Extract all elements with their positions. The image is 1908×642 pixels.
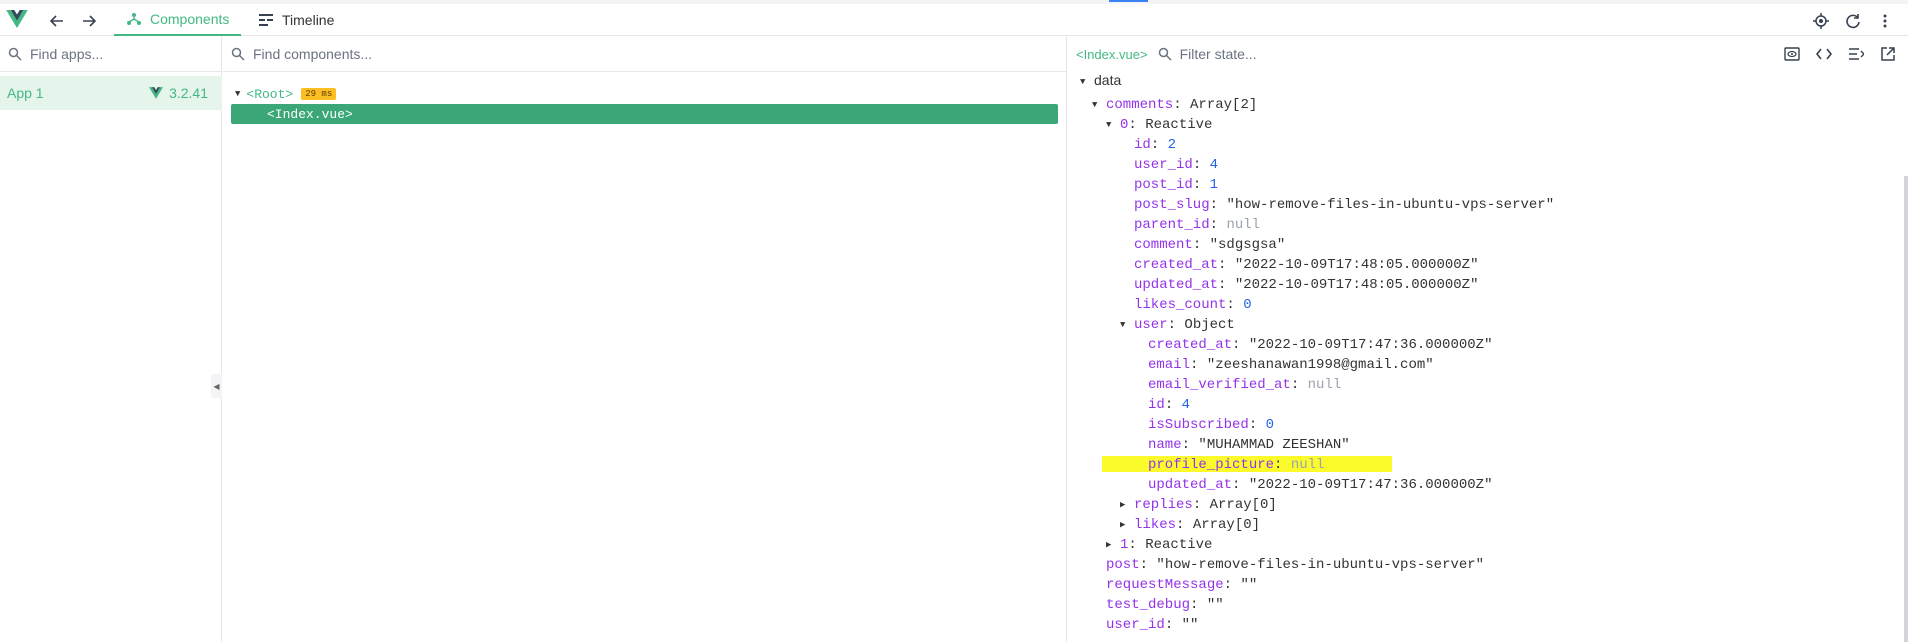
vue-logo-icon: [6, 10, 28, 28]
components-search-input[interactable]: [253, 45, 653, 62]
tab-components[interactable]: Components: [114, 4, 242, 36]
tree-node-index[interactable]: <Index.vue>: [231, 104, 1058, 124]
state-row[interactable]: ▼ comments: Array[2]: [1080, 95, 1554, 115]
state-section-title: data: [1094, 72, 1122, 88]
state-row[interactable]: comment: "sdgsgsa": [1080, 235, 1554, 255]
state-row[interactable]: email: "zeeshanawan1998@gmail.com": [1080, 355, 1554, 375]
state-row[interactable]: parent_id: null: [1080, 215, 1554, 235]
inspected-component-name: <Index.vue>: [1076, 46, 1148, 62]
state-row[interactable]: isSubscribed: 0: [1080, 415, 1554, 435]
list-collapse-icon[interactable]: [1846, 44, 1866, 64]
vue-logo-icon: [149, 87, 164, 99]
apps-pane: App 1 3.2.41 ◀: [0, 36, 222, 642]
app-name: App 1: [7, 85, 44, 101]
state-row[interactable]: created_at: "2022-10-09T17:48:05.000000Z…: [1080, 255, 1554, 275]
state-row[interactable]: updated_at: "2022-10-09T17:47:36.000000Z…: [1080, 475, 1554, 495]
filter-state-input[interactable]: [1179, 46, 1380, 62]
code-icon[interactable]: [1814, 44, 1834, 64]
tree-node-label: <Index.vue>: [267, 106, 353, 122]
refresh-icon[interactable]: [1842, 10, 1864, 32]
tab-components-label: Components: [150, 11, 230, 27]
state-row[interactable]: email_verified_at: null: [1080, 375, 1554, 395]
render-time-badge: 29 ms: [301, 88, 337, 100]
state-row[interactable]: ▼ 0: Reactive: [1080, 115, 1554, 135]
state-row[interactable]: user_id: "": [1080, 615, 1554, 635]
app-version: 3.2.41: [169, 85, 208, 101]
component-tree: ▼ <Root> 29 ms <Index.vue>: [231, 84, 1058, 124]
forward-arrow-icon[interactable]: [78, 10, 100, 32]
components-search: [223, 36, 1066, 72]
state-row[interactable]: name: "MUHAMMAD ZEESHAN": [1080, 435, 1554, 455]
state-row[interactable]: id: 2: [1080, 135, 1554, 155]
back-arrow-icon[interactable]: [46, 10, 68, 32]
state-scrollbar[interactable]: [1904, 176, 1908, 642]
state-row[interactable]: ▶ likes: Array[0]: [1080, 515, 1554, 535]
state-row[interactable]: post: "how-remove-files-in-ubuntu-vps-se…: [1080, 555, 1554, 575]
more-vertical-icon[interactable]: [1874, 10, 1896, 32]
state-section-toggle[interactable]: ▼ data: [1080, 70, 1554, 90]
search-icon: [231, 47, 245, 61]
eye-icon[interactable]: [1782, 44, 1802, 64]
state-row[interactable]: post_slug: "how-remove-files-in-ubuntu-v…: [1080, 195, 1554, 215]
state-row-highlighted[interactable]: profile_picture: null: [1080, 455, 1554, 475]
search-icon: [1158, 47, 1172, 61]
state-row[interactable]: requestMessage: "": [1080, 575, 1554, 595]
components-tree-icon: [127, 13, 141, 25]
apps-search: [0, 36, 221, 72]
collapse-pane-handle[interactable]: ◀: [211, 374, 222, 398]
timeline-icon: [259, 14, 273, 26]
top-toolbar: Components Timeline: [0, 4, 1908, 36]
target-icon[interactable]: [1810, 10, 1832, 32]
state-tree: ▼ data ▼ comments: Array[2] ▼ 0: Reactive i…: [1080, 70, 1554, 635]
tree-node-label: <Root>: [246, 86, 294, 102]
state-row[interactable]: ▼ user: Object: [1080, 315, 1554, 335]
state-row[interactable]: updated_at: "2022-10-09T17:48:05.000000Z…: [1080, 275, 1554, 295]
state-row[interactable]: user_id: 4: [1080, 155, 1554, 175]
state-row[interactable]: ▶ replies: Array[0]: [1080, 495, 1554, 515]
tab-timeline[interactable]: Timeline: [246, 4, 346, 36]
search-icon: [8, 47, 22, 61]
expand-arrow-icon[interactable]: ▼: [235, 89, 240, 99]
component-tree-pane: ▼ <Root> 29 ms <Index.vue>: [223, 36, 1067, 642]
state-row[interactable]: id: 4: [1080, 395, 1554, 415]
state-row[interactable]: created_at: "2022-10-09T17:47:36.000000Z…: [1080, 335, 1554, 355]
state-inspector-pane: <Index.vue> ▼data ▼comments: Array[2] ▼0…: [1068, 36, 1908, 642]
active-indicator: [1109, 0, 1148, 2]
state-row[interactable]: post_id: 1: [1080, 175, 1554, 195]
state-row[interactable]: likes_count: 0: [1080, 295, 1554, 315]
state-row[interactable]: ▶ 1: Reactive: [1080, 535, 1554, 555]
tree-node-root[interactable]: ▼ <Root> 29 ms: [231, 84, 1058, 104]
open-external-icon[interactable]: [1878, 44, 1898, 64]
state-row[interactable]: test_debug: "": [1080, 595, 1554, 615]
tab-timeline-label: Timeline: [282, 12, 335, 28]
apps-search-input[interactable]: [30, 45, 190, 62]
app-list-item[interactable]: App 1 3.2.41: [0, 76, 222, 110]
